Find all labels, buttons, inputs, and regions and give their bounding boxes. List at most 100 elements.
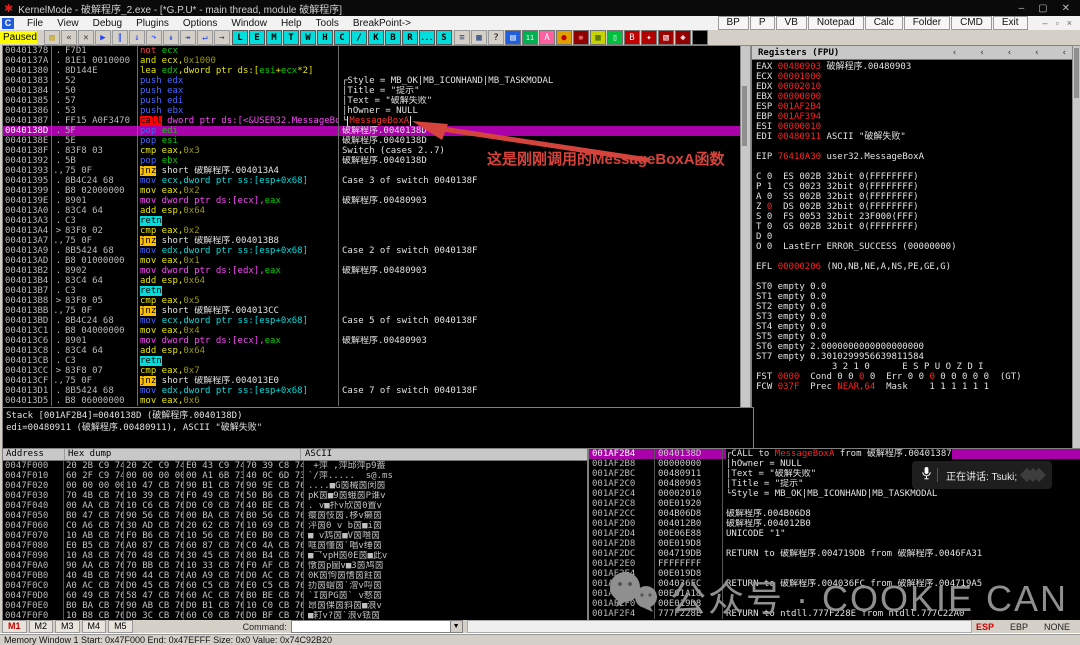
stack-row[interactable]: 001AF2D4 00E06E88 UNICODE "1" <box>589 529 1080 539</box>
disasm-row[interactable]: 00401380. 8D144E lea edx,dword ptr ds:[esi… <box>3 66 741 76</box>
disasm-row[interactable]: 00401387. FF15 A0F3470 call dword ptr ds:[… <box>3 116 741 126</box>
view-button-W[interactable]: W <box>299 30 316 45</box>
windows-icon[interactable]: ▦ <box>470 30 487 45</box>
view-button-slash[interactable]: / <box>350 30 367 45</box>
dump-row[interactable]: 0047F060 C0 A6 CB 76 30 AD CB 76 20 62 CB 7… <box>3 521 587 531</box>
registers-scrollbar-thumb[interactable] <box>1074 48 1079 98</box>
disasm-row[interactable]: 004013A4 >83F8 02 cmp eax,0x2 <box>3 226 741 236</box>
plugin-icon-9[interactable]: ✦ <box>640 30 657 45</box>
view-button-dots[interactable]: ... <box>418 30 435 45</box>
dump-row[interactable]: 0047F090 10 A8 CB 76 70 48 CB 76 30 45 CB 7… <box>3 551 587 561</box>
disasm-row[interactable]: 0040137A. 81E1 0010000 and ecx,0x1000 <box>3 56 741 66</box>
stack-row[interactable]: 001AF2CC 004B06D8 破解程序.004B06D8 <box>589 509 1080 519</box>
plugin-icon-3[interactable]: A <box>538 30 555 45</box>
register-line[interactable]: ST7 empty 0.3010299956639811584 <box>756 352 1073 362</box>
view-button-M[interactable]: M <box>265 30 282 45</box>
execute-till-return-icon[interactable]: ↵ <box>196 30 213 45</box>
disasm-row[interactable]: 004013CC >83F8 07 cmp eax,0x7 <box>3 366 741 376</box>
stack-row[interactable]: 001AF2D8 00E019D8 <box>589 539 1080 549</box>
disasm-row[interactable]: 004013C8. 83C4 64 add esp,0x64 <box>3 346 741 356</box>
menu-item-tools[interactable]: Tools <box>309 18 346 29</box>
register-line[interactable]: ST4 empty 0.0 <box>756 322 1073 332</box>
register-line[interactable]: EDI 00480911 ASCII "破解失败" <box>756 132 1073 142</box>
dump-row[interactable]: 0047F080 E0 B5 CB 76 A0 87 CB 76 60 87 CB 7… <box>3 541 587 551</box>
close-icon[interactable]: ✕ <box>1062 3 1070 14</box>
register-line[interactable]: ESP 001AF2B4 <box>756 102 1073 112</box>
register-line[interactable]: T 0 GS 002B 32bit 0(FFFFFFFF) <box>756 222 1073 232</box>
stack-row[interactable]: 001AF2C8 00E01920 <box>589 499 1080 509</box>
dump-row[interactable]: 0047F0B0 40 4B CB 76 90 44 CB 76 A0 A9 CB 7… <box>3 571 587 581</box>
disasm-row[interactable]: 004013A3. C3 retn <box>3 216 741 226</box>
menu-button-exit[interactable]: Exit <box>992 16 1028 30</box>
menu-item-breakpoint[interactable]: BreakPoint-> <box>346 18 418 29</box>
disasm-row[interactable]: 00401386. 53 push ebx │hOwner = NULL <box>3 106 741 116</box>
go-to-address-icon[interactable]: → <box>213 30 230 45</box>
stack-row[interactable]: 001AF2D0 004012B0 破解程序.004012B0 <box>589 519 1080 529</box>
menu-button-vb[interactable]: VB <box>775 16 807 30</box>
memory-tab-m5[interactable]: M5 <box>108 620 133 633</box>
disasm-row[interactable]: 0040138E. 5E pop esi 破解程序.0040138D <box>3 136 741 146</box>
maximize-icon[interactable]: ▢ <box>1038 3 1047 14</box>
view-button-H[interactable]: H <box>316 30 333 45</box>
stack-row[interactable]: 001AF2EC 00E01A18 <box>589 589 1080 599</box>
menu-item-view[interactable]: View <box>50 18 86 29</box>
dump-row[interactable]: 0047F020 00 00 00 00 10 47 CB 76 90 B1 CB 7… <box>3 481 587 491</box>
plugin-icon-5[interactable]: ❋ <box>572 30 589 45</box>
register-line[interactable]: EDX 00002010 <box>756 82 1073 92</box>
register-line[interactable]: ECX 00001000 <box>756 72 1073 82</box>
register-line[interactable] <box>756 162 1073 172</box>
disasm-row[interactable]: 00401385. 57 push edi │Text = "破解失败" <box>3 96 741 106</box>
register-line[interactable]: EIP 76410A30 user32.MessageBoxA <box>756 152 1073 162</box>
dump-row[interactable]: 0047F040 00 AA CB 76 10 C6 CB 76 D0 C0 CB 7… <box>3 501 587 511</box>
disasm-row[interactable]: 004013BD. 8B4C24 68 mov ecx,dword ptr ss:[… <box>3 316 741 326</box>
dump-row[interactable]: 0047F0A0 90 AA CB 76 70 BB CB 76 10 33 CB 7… <box>3 561 587 571</box>
disasm-row[interactable]: 004013B7. C3 retn <box>3 286 741 296</box>
dump-row[interactable]: 0047F010 60 2F C9 74 00 00 00 00 00 A1 6B 7… <box>3 471 587 481</box>
register-line[interactable]: ST2 empty 0.0 <box>756 302 1073 312</box>
child-minimize-icon[interactable]: – <box>1043 18 1048 28</box>
animate-over-icon[interactable]: ↠ <box>179 30 196 45</box>
disasm-row[interactable]: 004013CB. C3 retn <box>3 356 741 366</box>
register-line[interactable]: EAX 00480903 破解程序.00480903 <box>756 62 1073 72</box>
menu-button-notepad[interactable]: Notepad <box>807 16 864 30</box>
command-input[interactable]: ▼ <box>290 620 463 633</box>
register-line[interactable]: FCW 037F Prec NEAR,64 Mask 1 1 1 1 1 1 <box>756 382 1073 392</box>
memory-tab-m1[interactable]: M1 <box>2 620 27 633</box>
disasm-row[interactable]: 00401399. B8 02000000 mov eax,0x2 <box>3 186 741 196</box>
disasm-row[interactable]: 004013A7., 75 0F jnz short 破解程序.004013B8 <box>3 236 741 246</box>
disasm-row[interactable]: 004013BB., 75 0F jnz short 破解程序.004013CC <box>3 306 741 316</box>
register-line[interactable]: ST5 empty 0.0 <box>756 332 1073 342</box>
register-line[interactable]: S 0 FS 0053 32bit 23F000(FFF) <box>756 212 1073 222</box>
register-line[interactable]: 3 2 1 0 E S P U O Z D I <box>756 362 1073 372</box>
view-button-S[interactable]: S <box>435 30 452 45</box>
register-line[interactable]: ST3 empty 0.0 <box>756 312 1073 322</box>
register-line[interactable]: ST1 empty 0.0 <box>756 292 1073 302</box>
stack-row[interactable]: 001AF2E4 00E019D8 <box>589 569 1080 579</box>
register-line[interactable]: P 1 CS 0023 32bit 0(FFFFFFFF) <box>756 182 1073 192</box>
disasm-row[interactable]: 004013C6. 8901 mov dword ptr ds:[ecx],eax 破… <box>3 336 741 346</box>
minimize-icon[interactable]: – <box>1019 3 1025 14</box>
menu-button-folder[interactable]: Folder <box>903 16 951 30</box>
disasm-row[interactable]: 004013B4. 83C4 64 add esp,0x64 <box>3 276 741 286</box>
disasm-row[interactable]: 004013AD. B8 01000000 mov eax,0x1 <box>3 256 741 266</box>
open-file-icon[interactable]: ▨ <box>43 30 60 45</box>
follow-label-none[interactable]: NONE <box>1044 622 1070 632</box>
dump-row[interactable]: 0047F0E0 B0 BA CB 76 90 AB CB 76 D0 B1 CB 7… <box>3 601 587 611</box>
view-button-R[interactable]: R <box>401 30 418 45</box>
animate-into-icon[interactable]: ↡ <box>162 30 179 45</box>
disasm-row[interactable]: 00401378. F7D1 not ecx <box>3 46 741 56</box>
disasm-row[interactable]: 004013B8 >83F8 05 cmp eax,0x5 <box>3 296 741 306</box>
register-line[interactable]: EFL 00000206 (NO,NB,NE,A,NS,PE,GE,G) <box>756 262 1073 272</box>
view-button-T[interactable]: T <box>282 30 299 45</box>
register-line[interactable] <box>756 142 1073 152</box>
bank-switch-arrow-icon[interactable]: ‹ <box>979 48 984 58</box>
plugin-icon-6[interactable]: ▦ <box>589 30 606 45</box>
menu-button-calc[interactable]: Calc <box>864 16 903 30</box>
plugin-icon-12[interactable]: ■ <box>691 30 708 45</box>
register-line[interactable]: FST 0000 Cond 0 0 0 0 Err 0 0 0 0 0 0 0 … <box>756 372 1073 382</box>
view-button-B[interactable]: B <box>384 30 401 45</box>
register-line[interactable]: A 0 SS 002B 32bit 0(FFFFFFFF) <box>756 192 1073 202</box>
disasm-row[interactable]: 004013CF., 75 0F jnz short 破解程序.004013E0 <box>3 376 741 386</box>
dump-row[interactable]: 0047F0C0 A0 AC CB 76 D0 45 CB 76 60 C5 CB 7… <box>3 581 587 591</box>
stack-row[interactable]: 001AF2F0 00E019D8 <box>589 599 1080 609</box>
